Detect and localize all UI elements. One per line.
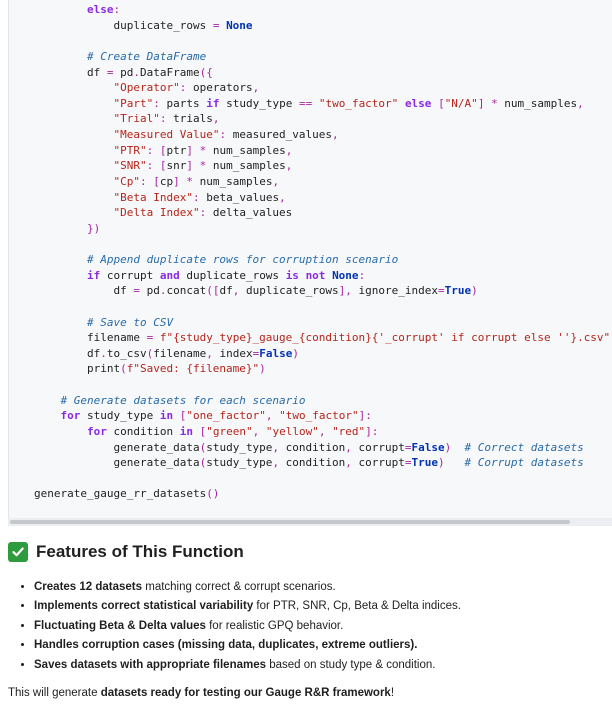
code-line: ​ (34, 377, 610, 393)
feature-bold: Saves datasets with appropriate filename… (34, 658, 267, 671)
code-line: # Save to CSV (86, 315, 174, 329)
closing-bold: datasets ready for testing our Gauge R&R… (100, 687, 391, 699)
code-line: "PTR": [ptr] * num_samples, (113, 143, 293, 157)
code-line: "Cp": [cp] * num_samples, (113, 174, 280, 188)
code-line: else: (86, 3, 121, 16)
feature-bold: Creates 12 datasets (34, 581, 143, 593)
features-list: Creates 12 datasets matching correct & c… (8, 578, 608, 675)
list-item: Saves datasets with appropriate filename… (34, 656, 608, 675)
code-line: df = pd.DataFrame({ (34, 65, 213, 79)
closing-suffix: ! (390, 687, 395, 699)
feature-text: matching correct & corrupt scenarios. (142, 581, 336, 593)
code-line: duplicate_rows = None (34, 18, 253, 32)
code-line: "SNR": [snr] * num_samples, (113, 159, 293, 173)
code-content: else: duplicate_rows = None​ # Create Da… (34, 2, 610, 502)
code-line: if corrupt and duplicate_rows is not Non… (86, 268, 366, 282)
list-item: Creates 12 datasets matching correct & c… (34, 578, 608, 597)
features-heading-text: Features of This Function (36, 542, 244, 561)
closing-paragraph: This will generate datasets ready for te… (8, 684, 394, 702)
code-line: # Append duplicate rows for corruption s… (86, 253, 399, 266)
code-line: "Part": parts if study_type == "two_fact… (113, 96, 584, 110)
feature-text: for PTR, SNR, Cp, Beta & Delta indices. (253, 600, 461, 613)
scrollbar-thumb[interactable] (10, 520, 570, 524)
code-line: "Delta Index": delta_values (113, 206, 293, 220)
code-line: ​ (34, 33, 610, 49)
code-line: filename = f"{study_type}_gauge_{conditi… (34, 331, 611, 345)
code-line: }) (86, 221, 101, 235)
feature-bold: Handles corruption cases (missing data, … (34, 639, 418, 652)
code-line: # Generate datasets for each scenario (60, 393, 306, 407)
code-line: generate_data(study_type, condition, cor… (34, 456, 584, 470)
code-block: else: duplicate_rows = None​ # Create Da… (8, 0, 612, 518)
code-line: for condition in ["green", "yellow", "re… (86, 424, 379, 438)
list-item: Fluctuating Beta & Delta values for real… (34, 617, 608, 636)
code-line: "Measured Value": measured_values, (113, 128, 339, 141)
code-line: generate_data(study_type, condition, cor… (34, 440, 584, 454)
code-line: ​ (34, 299, 610, 315)
code-line: # Create DataFrame (86, 49, 207, 63)
code-horizontal-scrollbar[interactable] (8, 518, 612, 526)
code-line: ​ (34, 471, 610, 487)
code-line: print(f"Saved: {filename}") (34, 362, 266, 376)
code-line: generate_gauge_rr_datasets() (34, 487, 220, 501)
code-line: "Operator": operators, (113, 81, 260, 95)
code-line: "Beta Index": beta_values, (113, 190, 286, 204)
feature-bold: Fluctuating Beta & Delta values (34, 619, 206, 632)
feature-text: for realistic GPQ behavior. (205, 619, 344, 632)
list-item: Handles corruption cases (missing data, … (34, 636, 608, 655)
code-line: for study_type in ["one_factor", "two_fa… (60, 409, 372, 423)
code-line: "Trial": trials, (113, 112, 220, 126)
features-section: Features of This Function Creates 12 dat… (8, 540, 608, 675)
feature-text: based on study type & condition. (266, 658, 436, 671)
feature-bold: Implements correct statistical variabili… (34, 600, 254, 613)
check-mark-icon (8, 542, 28, 562)
code-line: df.to_csv(filename, index=False) (34, 346, 299, 360)
code-line: df = pd.concat([df, duplicate_rows], ign… (34, 284, 478, 298)
list-item: Implements correct statistical variabili… (34, 597, 608, 616)
closing-prefix: This will generate (8, 687, 101, 699)
features-heading: Features of This Function (8, 540, 608, 564)
code-line: ​ (34, 236, 610, 252)
